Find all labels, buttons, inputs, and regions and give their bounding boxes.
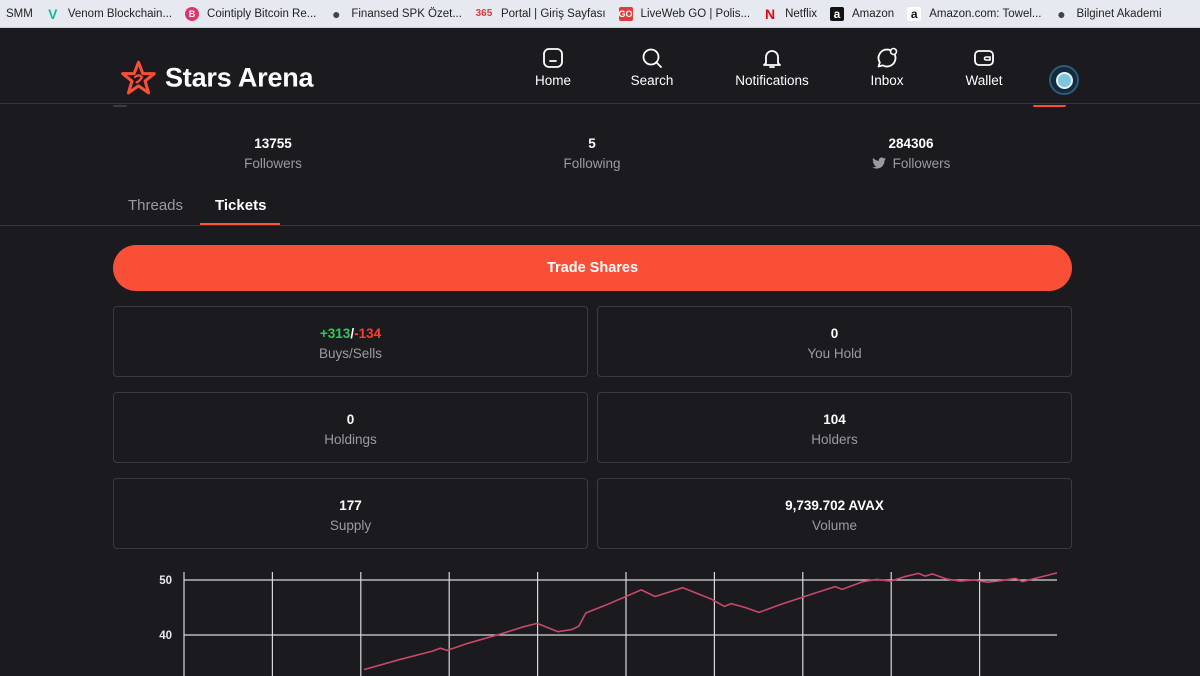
buys-count: +313 — [319, 326, 351, 341]
clipped-profile-row — [113, 105, 127, 107]
volume-card: 9,739.702 AVAX Volume — [597, 478, 1072, 549]
amazon-icon: a — [830, 6, 845, 21]
bookmark-label: Amazon — [852, 7, 895, 20]
bookmark-item[interactable]: a Amazon.com: Towel... — [907, 6, 1042, 21]
nav-inbox[interactable]: Inbox — [868, 46, 906, 88]
price-series-line — [363, 572, 1058, 671]
nav-home[interactable]: Home — [533, 46, 573, 88]
holders-value: 104 — [823, 412, 846, 427]
nav-search[interactable]: Search — [629, 46, 675, 88]
bookmark-item[interactable]: B Cointiply Bitcoin Re... — [185, 6, 317, 21]
tab-threads[interactable]: Threads — [128, 197, 183, 214]
holdings-card: 0 Holdings — [113, 392, 588, 463]
price-chart: 50 40 — [159, 572, 1058, 676]
app-name: Stars Arena — [165, 62, 314, 93]
buys-sells-card: +313/-134 Buys/Sells — [113, 306, 588, 377]
bookmarks-bar: SMM V Venom Blockchain... B Cointiply Bitcoi… — [0, 0, 1200, 28]
bookmark-item[interactable]: GO LiveWeb GO | Polis... — [618, 6, 751, 21]
sells-count: -134 — [354, 326, 382, 341]
y-tick-label: 50 — [159, 575, 172, 587]
home-icon — [543, 48, 563, 68]
bookmark-label: Portal | Giriş Sayfası — [500, 7, 606, 20]
followers-stat[interactable]: 13755 Followers — [244, 136, 302, 171]
following-count: 5 — [588, 136, 596, 151]
you-hold-card: 0 You Hold — [597, 306, 1072, 377]
following-stat[interactable]: 5 Following — [563, 136, 620, 171]
following-label: Following — [563, 156, 621, 171]
nav-notifications[interactable]: Notifications — [733, 46, 811, 88]
venom-icon: V — [48, 5, 58, 22]
holders-label: Holders — [811, 432, 858, 447]
twitter-followers-label: Followers — [892, 156, 951, 171]
wallet-icon — [974, 50, 994, 66]
chat-bubble-icon — [877, 47, 898, 68]
you-hold-value: 0 — [830, 326, 839, 341]
netflix-icon: N — [765, 5, 776, 22]
you-hold-label: You Hold — [807, 346, 862, 361]
cointiply-icon: B — [185, 6, 200, 21]
twitter-followers-count: 284306 — [888, 136, 934, 151]
search-icon — [642, 48, 662, 68]
trade-shares-button[interactable]: Trade Shares — [113, 245, 1072, 291]
bookmark-label: SMM — [6, 7, 33, 20]
tab-tickets[interactable]: Tickets — [215, 197, 266, 214]
volume-label: Volume — [811, 518, 858, 533]
twitter-icon — [872, 157, 886, 169]
bookmark-item[interactable]: N Netflix — [763, 5, 818, 22]
nav-notifications-label: Notifications — [735, 73, 809, 88]
profile-tabs: Threads Tickets — [0, 197, 1200, 226]
y-tick-label: 40 — [159, 630, 172, 642]
nav-home-label: Home — [534, 73, 571, 88]
holders-card: 104 Holders — [597, 392, 1072, 463]
twitter-followers-row: Followers — [872, 156, 951, 171]
bookmark-item[interactable]: SMM — [6, 8, 33, 20]
nav-wallet-label: Wallet — [965, 73, 1003, 88]
bookmark-item[interactable]: ● Bilginet Akademi — [1054, 5, 1162, 22]
bookmark-label: Finansed SPK Özet... — [351, 7, 462, 20]
clipped-follow-button[interactable] — [1033, 105, 1066, 107]
bookmark-label: Amazon.com: Towel... — [929, 7, 1042, 20]
bell-icon — [763, 50, 781, 68]
avatar[interactable] — [1049, 65, 1079, 95]
avatar-image — [1055, 71, 1073, 89]
nav-wallet[interactable]: Wallet — [963, 46, 1005, 88]
bookmark-label: Bilginet Akademi — [1076, 7, 1162, 20]
buys-sells-label: Buys/Sells — [318, 346, 383, 361]
supply-label: Supply — [329, 518, 372, 533]
bookmark-label: Venom Blockchain... — [67, 7, 173, 20]
go-icon: GO — [618, 6, 633, 21]
amazon-icon: a — [907, 6, 922, 21]
followers-label: Followers — [244, 156, 302, 171]
supply-card: 177 Supply — [113, 478, 588, 549]
app-logo[interactable]: Stars Arena — [121, 60, 314, 96]
365-icon: 365 — [475, 8, 493, 19]
star-logo-icon — [121, 60, 156, 95]
active-tab-indicator — [200, 223, 280, 225]
buys-sells-value: +313/-134 — [114, 326, 587, 341]
followers-count: 13755 — [254, 136, 292, 151]
top-nav: Stars Arena Home Search Notifications In… — [0, 28, 1200, 104]
holdings-value: 0 — [346, 412, 355, 427]
bookmark-item[interactable]: a Amazon — [830, 6, 895, 21]
nav-search-label: Search — [630, 73, 674, 88]
bookmark-label: Cointiply Bitcoin Re... — [207, 7, 317, 20]
bookmark-item[interactable]: ● Finansed SPK Özet... — [329, 5, 462, 22]
bookmark-label: LiveWeb GO | Polis... — [640, 7, 751, 20]
globe-icon: ● — [332, 5, 341, 22]
bookmark-item[interactable]: 365 Portal | Giriş Sayfası — [475, 7, 606, 21]
supply-value: 177 — [339, 498, 362, 513]
holdings-label: Holdings — [324, 432, 377, 447]
bookmark-label: Netflix — [785, 7, 818, 20]
globe-icon: ● — [1057, 5, 1066, 22]
volume-value: 9,739.702 AVAX — [785, 498, 884, 513]
bookmark-item[interactable]: V Venom Blockchain... — [46, 5, 173, 22]
nav-inbox-label: Inbox — [870, 73, 904, 88]
twitter-followers-stat[interactable]: 284306 Followers — [872, 136, 951, 171]
